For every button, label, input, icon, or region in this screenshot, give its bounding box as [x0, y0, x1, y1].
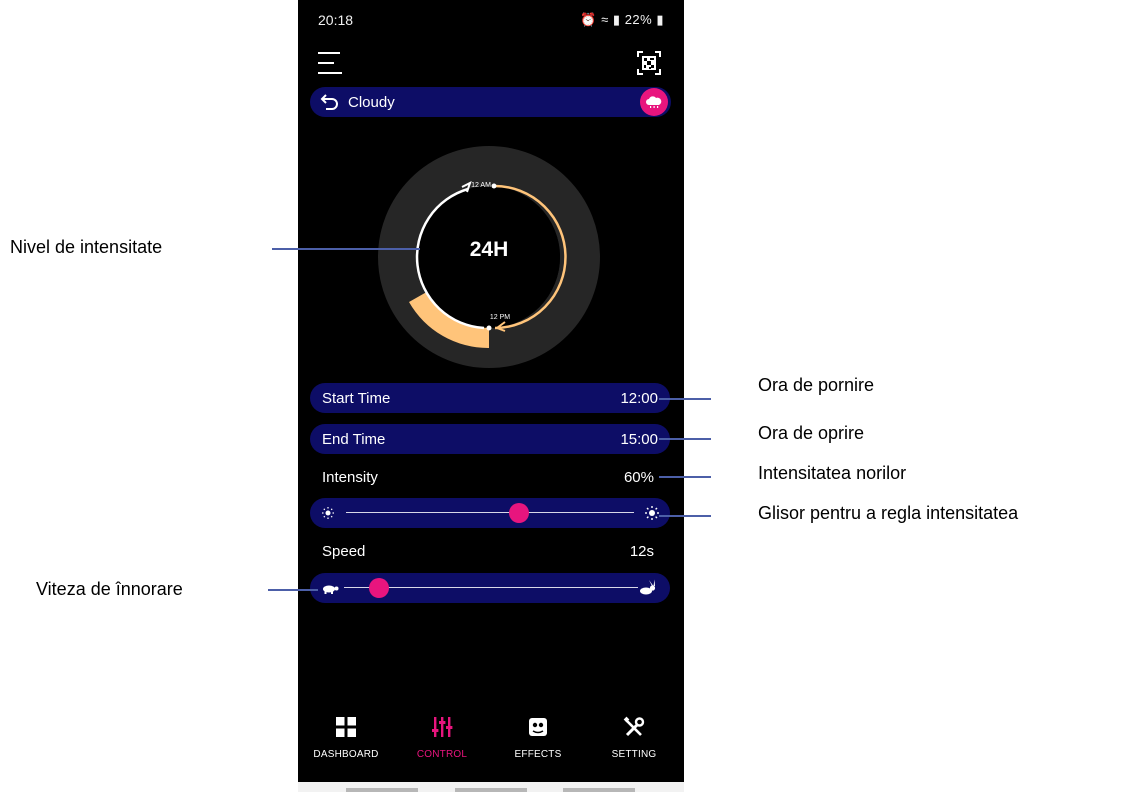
battery-percent: 22%	[624, 12, 653, 27]
effects-icon	[529, 718, 547, 736]
cloud-effect-icon[interactable]	[640, 88, 668, 116]
start-time-row[interactable]: Start Time 12:00	[310, 383, 670, 413]
signal-icon: ▮	[612, 12, 621, 27]
turtle-icon	[320, 578, 340, 598]
qr-scan-icon[interactable]	[637, 51, 661, 75]
end-time-label: End Time	[322, 431, 386, 448]
speed-slider-thumb[interactable]	[369, 578, 390, 598]
end-time-row[interactable]: End Time 15:00	[310, 424, 670, 454]
status-icons: ⏰ ≈ ▮ 22% ▮	[580, 12, 664, 28]
effect-header-bar: Cloudy	[310, 87, 671, 117]
leader-line	[272, 248, 420, 250]
tab-control[interactable]: CONTROL	[394, 710, 490, 770]
callout-cloud-speed: Viteza de înnorare	[36, 579, 183, 599]
speed-value: 12s	[629, 543, 654, 560]
tab-effects[interactable]: EFFECTS	[490, 710, 586, 770]
slider-track[interactable]	[346, 512, 634, 513]
phone-screen: 20:18 ⏰ ≈ ▮ 22% ▮ Cloudy 12 AM 12 PM 24H…	[298, 0, 684, 782]
grid-icon	[336, 717, 356, 737]
start-time-label: Start Time	[322, 390, 391, 407]
hamburger-menu-icon[interactable]	[318, 50, 342, 76]
battery-icon: ▮	[656, 12, 664, 27]
leader-line	[659, 438, 711, 440]
nav-home-button[interactable]	[455, 788, 527, 792]
leader-line	[659, 398, 711, 400]
nav-recent-button[interactable]	[346, 788, 418, 792]
low-brightness-icon	[318, 503, 338, 523]
dial-top-label: 12 AM	[471, 182, 491, 189]
rabbit-icon	[638, 578, 658, 598]
wifi-icon: ≈	[601, 12, 609, 27]
intensity-dial[interactable]: 12 AM 12 PM 24H	[378, 146, 600, 368]
tab-dashboard[interactable]: DASHBOARD	[298, 710, 394, 770]
tab-label: CONTROL	[416, 749, 468, 760]
callout-start-time: Ora de pornire	[758, 375, 875, 395]
leader-line	[659, 476, 711, 478]
back-icon[interactable]	[320, 93, 340, 111]
leader-line	[659, 515, 711, 517]
tab-setting[interactable]: SETTING	[586, 710, 682, 770]
status-time: 20:18	[318, 12, 354, 28]
dial-marker-top	[491, 183, 497, 189]
high-brightness-icon	[642, 503, 662, 523]
intensity-slider-thumb[interactable]	[508, 503, 529, 523]
bottom-tab-bar: DASHBOARD CONTROL EFFECTS SETTING	[298, 710, 684, 770]
tools-icon	[623, 716, 645, 737]
nav-back-button[interactable]	[563, 788, 635, 792]
intensity-label: Intensity	[322, 469, 378, 486]
leader-line	[268, 589, 318, 591]
dial-marker-bottom	[486, 325, 492, 331]
tab-label: SETTING	[611, 749, 657, 760]
dial-center-label: 24H	[470, 238, 509, 261]
tab-label: EFFECTS	[514, 749, 562, 760]
intensity-value: 60%	[623, 469, 654, 486]
end-time-value: 15:00	[620, 431, 658, 448]
start-time-value: 12:00	[620, 390, 658, 407]
sliders-icon	[432, 717, 453, 737]
dial-bottom-label: 12 PM	[490, 314, 510, 321]
speed-label: Speed	[322, 543, 366, 560]
status-bar: 20:18 ⏰ ≈ ▮ 22% ▮	[298, 0, 684, 34]
intensity-slider[interactable]	[310, 498, 670, 528]
tab-label: DASHBOARD	[313, 749, 379, 760]
callout-cloud-intensity: Intensitatea norilor	[758, 463, 907, 483]
callout-intensity-slider: Glisor pentru a regla intensitatea	[758, 503, 1019, 523]
callout-end-time: Ora de oprire	[758, 423, 865, 443]
alarm-icon: ⏰	[580, 12, 598, 27]
navigation-bar	[298, 782, 684, 792]
speed-slider[interactable]	[310, 573, 670, 603]
callout-intensity-level: Nivel de intensitate	[10, 237, 163, 257]
effect-title: Cloudy	[348, 94, 395, 111]
